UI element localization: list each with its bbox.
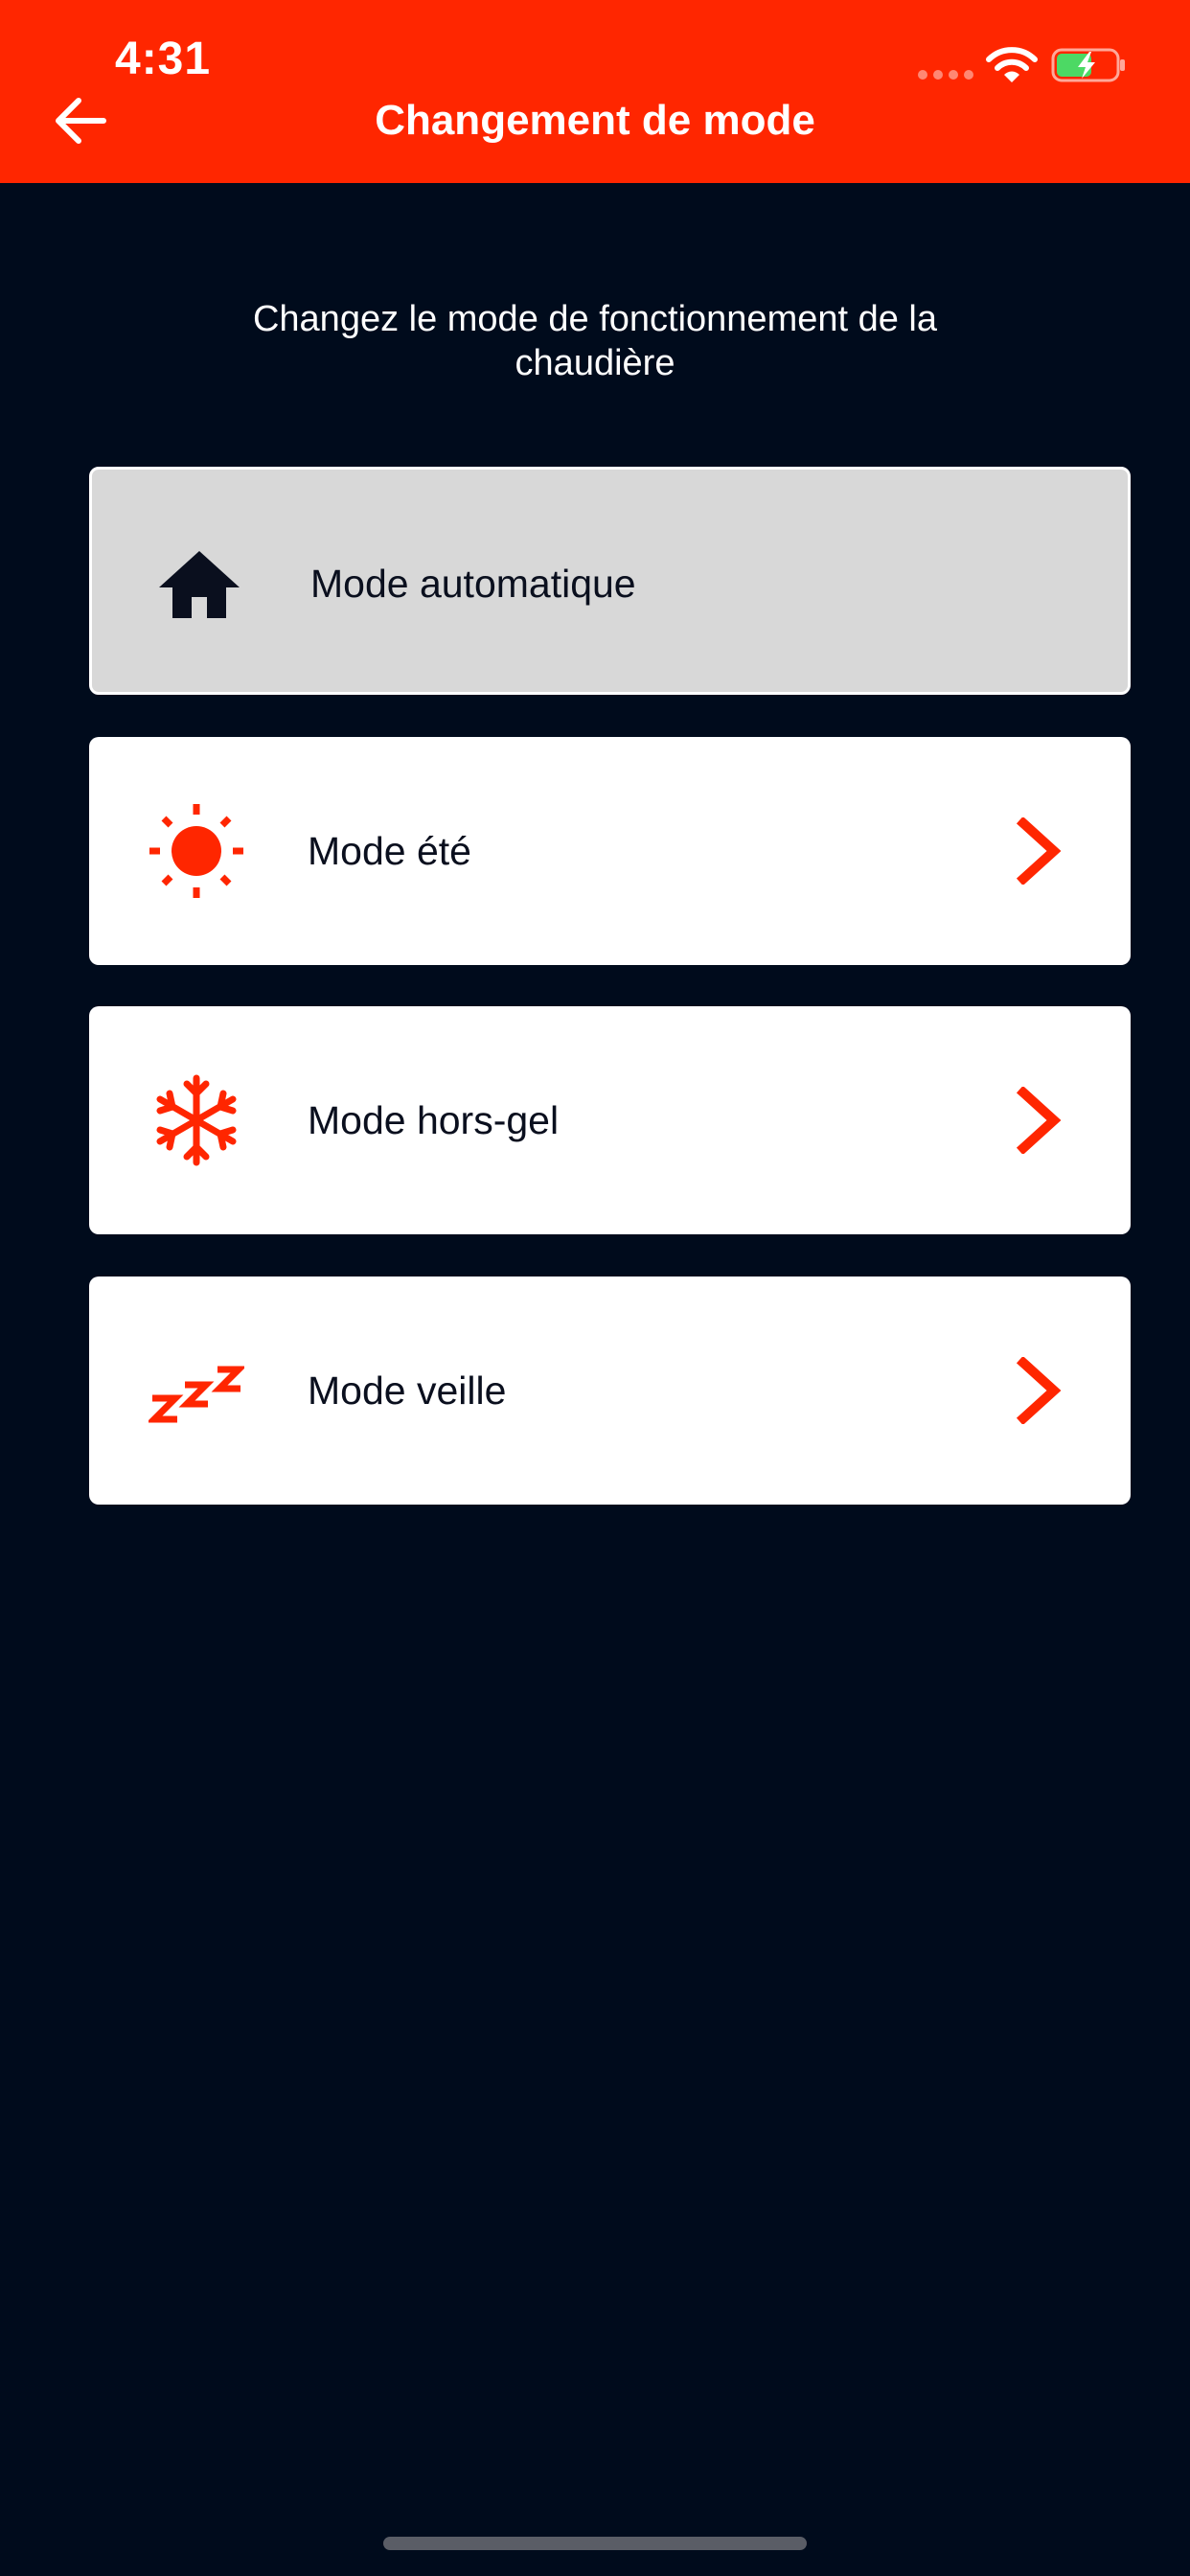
app-header: 4:31 Changement de mode	[0, 0, 1190, 183]
snowflake-icon	[156, 1074, 237, 1166]
home-indicator[interactable]	[383, 2537, 807, 2550]
status-time: 4:31	[115, 34, 212, 84]
mode-label: Mode automatique	[310, 562, 636, 606]
mode-label: Mode veille	[308, 1368, 507, 1413]
chevron-right-icon	[1016, 1087, 1062, 1154]
mode-summer-button[interactable]: Mode été	[89, 737, 1131, 965]
mode-label: Mode été	[308, 829, 471, 873]
battery-charging-icon	[1051, 48, 1125, 82]
mode-frost-protection-button[interactable]: Mode hors-gel	[89, 1006, 1131, 1234]
mode-automatic-button[interactable]: Mode automatique	[89, 467, 1131, 695]
mode-label: Mode hors-gel	[308, 1098, 560, 1142]
sun-icon	[149, 804, 243, 898]
home-icon	[159, 551, 240, 618]
wifi-icon	[986, 47, 1038, 82]
chevron-right-icon	[1016, 1357, 1062, 1424]
cellular-signal-icon	[918, 70, 973, 80]
page-title: Changement de mode	[375, 97, 815, 144]
intro-text: Changez le mode de fonctionnement de la …	[252, 299, 938, 383]
sleep-zzz-icon	[149, 1366, 244, 1423]
mode-standby-button[interactable]: Mode veille	[89, 1276, 1131, 1505]
chevron-right-icon	[1016, 817, 1062, 885]
